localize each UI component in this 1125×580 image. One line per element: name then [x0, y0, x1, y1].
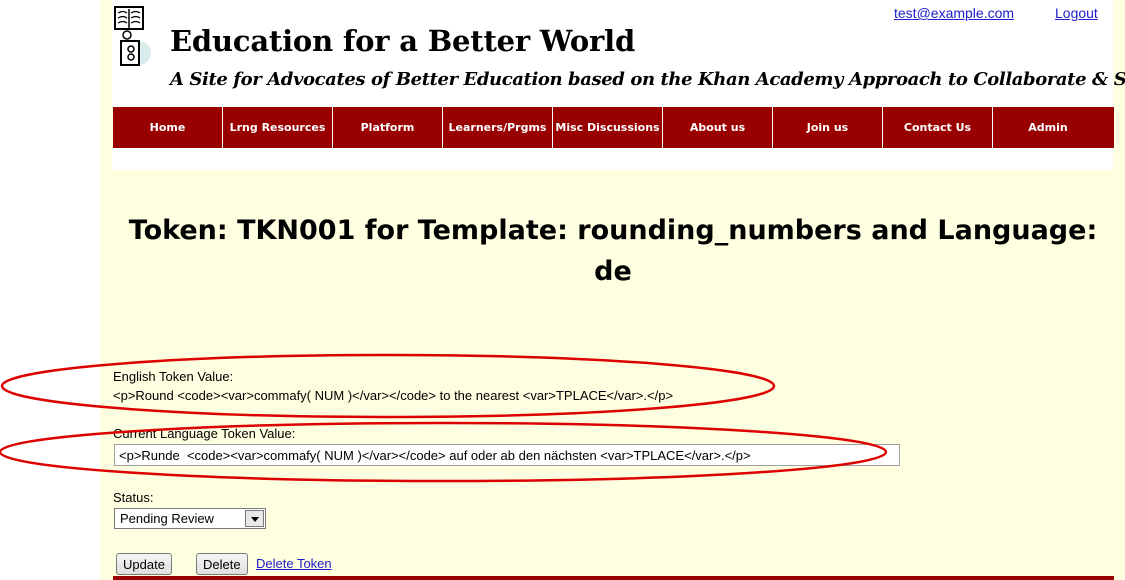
nav-item-admin[interactable]: Admin [993, 107, 1103, 148]
page-heading-line2: de [594, 256, 632, 287]
logout-link[interactable]: Logout [1055, 5, 1098, 21]
nav-item-platform[interactable]: Platform [333, 107, 443, 148]
current-token-input[interactable] [114, 444, 900, 466]
user-email-link[interactable]: test@example.com [894, 5, 1014, 21]
update-button[interactable]: Update [116, 553, 172, 575]
nav-divider-strip [112, 148, 1113, 170]
english-token-value: <p>Round <code><var>commafy( NUM )</var>… [113, 388, 674, 403]
english-token-label: English Token Value: [113, 369, 234, 384]
site-tagline: A Site for Advocates of Better Education… [170, 69, 1125, 90]
current-token-label: Current Language Token Value: [113, 426, 296, 441]
nav-item-contact-us[interactable]: Contact Us [883, 107, 993, 148]
site-title: Education for a Better World [170, 24, 636, 58]
page-heading: Token: TKN001 for Template: rounding_num… [113, 210, 1113, 292]
top-links: test@example.com Logout [0, 5, 1125, 25]
main-nav: Home Lrng Resources Platform Learners/Pr… [113, 107, 1114, 148]
chevron-down-icon[interactable] [245, 510, 264, 527]
nav-item-join-us[interactable]: Join us [773, 107, 883, 148]
nav-item-lrng-resources[interactable]: Lrng Resources [223, 107, 333, 148]
nav-item-about-us[interactable]: About us [663, 107, 773, 148]
page-heading-line1: Token: TKN001 for Template: rounding_num… [128, 215, 1098, 246]
nav-item-misc-discussions[interactable]: Misc Discussions [553, 107, 663, 148]
delete-button[interactable]: Delete [196, 553, 248, 575]
footer-bar [113, 576, 1114, 580]
status-select[interactable]: Pending Review [114, 508, 266, 529]
delete-token-link[interactable]: Delete Token [256, 556, 332, 571]
status-selected-value: Pending Review [120, 511, 214, 526]
nav-item-home[interactable]: Home [113, 107, 223, 148]
status-label: Status: [113, 490, 154, 505]
nav-item-learners-prgms[interactable]: Learners/Prgms [443, 107, 553, 148]
